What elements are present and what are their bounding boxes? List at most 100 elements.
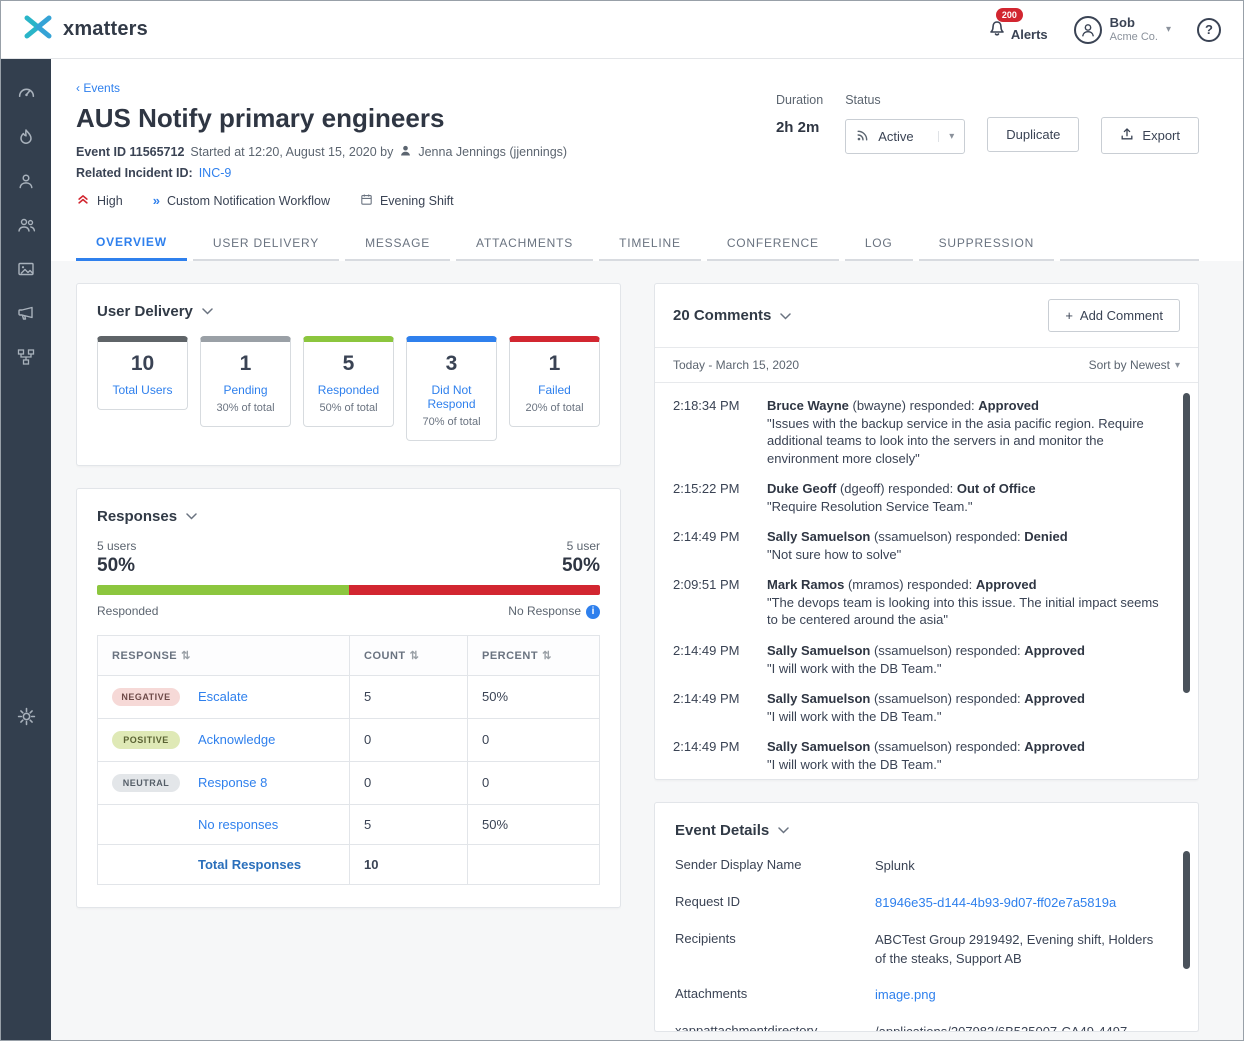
response-link[interactable]: Response 8 <box>198 775 267 790</box>
table-row: NEUTRALResponse 8 0 0 <box>98 761 600 804</box>
count-cell: 5 <box>350 804 468 844</box>
tab-timeline[interactable]: TIMELINE <box>599 226 701 261</box>
xmatters-logo-icon <box>23 14 53 45</box>
col-header-count[interactable]: COUNT⇅ <box>350 635 468 675</box>
sort-icon: ⇅ <box>410 650 420 662</box>
user-menu[interactable]: Bob Acme Co. ▾ <box>1074 15 1171 44</box>
positive-badge: POSITIVE <box>112 731 180 749</box>
table-row: No responses 5 50% <box>98 804 600 844</box>
stat-did-not-respond: 3 Did Not Respond 70% of total <box>406 336 497 441</box>
brand-name: xmatters <box>63 18 148 41</box>
stat-pending: 1 Pending 30% of total <box>200 336 291 427</box>
announcements-megaphone-icon[interactable] <box>17 304 35 322</box>
priority-high-icon <box>76 192 90 209</box>
chevron-down-icon[interactable] <box>202 302 213 320</box>
percent-cell: 50% <box>468 675 600 718</box>
media-image-icon[interactable] <box>17 260 35 278</box>
tab-user-delivery[interactable]: USER DELIVERY <box>193 226 339 261</box>
col-header-response[interactable]: RESPONSE⇅ <box>98 635 350 675</box>
chevron-down-icon[interactable] <box>186 507 197 525</box>
priority-badge: High <box>76 192 123 209</box>
tab-conference[interactable]: CONFERENCE <box>707 226 839 261</box>
export-icon <box>1120 127 1134 144</box>
response-link[interactable]: Escalate <box>198 689 248 704</box>
add-comment-button[interactable]: + Add Comment <box>1048 299 1180 332</box>
stat-total-users: 10 Total Users <box>97 336 188 410</box>
sort-icon: ⇅ <box>181 650 191 662</box>
tab-log[interactable]: LOG <box>845 226 913 261</box>
related-incident-link[interactable]: INC-9 <box>199 166 232 180</box>
started-by: Jenna Jennings (jjennings) <box>418 145 567 159</box>
event-header: ‹ Events AUS Notify primary engineers Ev… <box>51 59 1243 209</box>
chevron-down-icon[interactable] <box>778 821 789 839</box>
response-link[interactable]: No responses <box>198 817 278 832</box>
groups-icon[interactable] <box>17 216 36 234</box>
detail-row: xappattachmentdirectory /applications/20… <box>675 1023 1178 1032</box>
stat-link[interactable]: Pending <box>205 383 286 397</box>
user-delivery-title: User Delivery <box>97 303 193 320</box>
detail-label: Recipients <box>675 931 865 969</box>
comments-title: 20 Comments <box>673 307 771 324</box>
back-chevron-icon: ‹ <box>76 81 80 95</box>
breadcrumb-events-link[interactable]: ‹ Events <box>76 81 120 95</box>
count-cell: 0 <box>350 718 468 761</box>
alerts-count-badge: 200 <box>996 8 1023 22</box>
export-button[interactable]: Export <box>1101 117 1199 154</box>
settings-gear-icon[interactable] <box>1 707 51 726</box>
detail-label: xappattachmentdirectory <box>675 1023 865 1032</box>
related-incident-label: Related Incident ID: <box>76 166 193 180</box>
stat-responded: 5 Responded 50% of total <box>303 336 394 427</box>
help-button[interactable]: ? <box>1197 18 1221 42</box>
stat-link[interactable]: Failed <box>514 383 595 397</box>
responded-label: Responded <box>97 604 158 619</box>
comment-item: 2:09:51 PM Mark Ramos (mramos) responded… <box>673 576 1168 629</box>
dashboard-icon[interactable] <box>17 83 36 102</box>
shift-icon <box>360 193 373 209</box>
table-row: POSITIVEAcknowledge 0 0 <box>98 718 600 761</box>
response-link[interactable]: Acknowledge <box>198 732 275 747</box>
attachment-link[interactable]: image.png <box>875 986 1178 1005</box>
chevron-down-icon[interactable] <box>780 307 791 325</box>
comments-scrollbar[interactable] <box>1183 393 1190 693</box>
avatar <box>1074 16 1102 44</box>
percent-cell: 50% <box>468 804 600 844</box>
user-company: Acme Co. <box>1110 31 1158 44</box>
stat-link[interactable]: Total Users <box>102 383 183 397</box>
tab-suppression[interactable]: SUPPRESSION <box>919 226 1055 261</box>
sort-by-dropdown[interactable]: Sort by Newest ▾ <box>1089 358 1180 372</box>
chevron-down-icon: ▾ <box>1175 360 1180 371</box>
main-content: ‹ Events AUS Notify primary engineers Ev… <box>51 59 1243 1040</box>
detail-row: Sender Display Name Splunk <box>675 857 1178 876</box>
tab-attachments[interactable]: ATTACHMENTS <box>456 226 593 261</box>
response-progress-bar <box>97 585 600 595</box>
col-header-percent[interactable]: PERCENT⇅ <box>468 635 600 675</box>
request-id-link[interactable]: 81946e35-d144-4b93-9d07-ff02e7a5819a <box>875 894 1178 913</box>
sort-icon: ⇅ <box>542 650 552 662</box>
comment-item: 2:15:22 PM Duke Geoff (dgeoff) responded… <box>673 480 1168 515</box>
tab-message[interactable]: MESSAGE <box>345 226 450 261</box>
users-icon[interactable] <box>17 172 35 190</box>
sidebar-nav <box>1 59 51 1040</box>
started-text: Started at 12:20, August 15, 2020 by <box>190 145 393 159</box>
brand[interactable]: xmatters <box>23 14 148 45</box>
tab-overview[interactable]: OVERVIEW <box>76 225 187 261</box>
responded-summary: 5 users 50% <box>97 539 136 577</box>
info-icon[interactable]: i <box>586 605 600 619</box>
workflow-badge: » Custom Notification Workflow <box>153 193 330 208</box>
stat-link[interactable]: Responded <box>308 383 389 397</box>
duration-value: 2h 2m <box>776 119 823 136</box>
duration-label: Duration <box>776 93 823 107</box>
topbar: xmatters 200 Alerts <box>1 1 1243 59</box>
detail-value: Splunk <box>875 857 1178 876</box>
detail-row: Recipients ABCTest Group 2919492, Evenin… <box>675 931 1178 969</box>
no-response-label: No Responsei <box>508 604 600 619</box>
duplicate-button[interactable]: Duplicate <box>987 117 1079 152</box>
alerts-button[interactable]: 200 Alerts <box>987 17 1048 42</box>
comment-item: 2:14:49 PM Sally Samuelson (ssamuelson) … <box>673 738 1168 773</box>
comment-item: 2:14:49 PM Sally Samuelson (ssamuelson) … <box>673 642 1168 677</box>
details-scrollbar[interactable] <box>1183 851 1190 969</box>
incidents-flame-icon[interactable] <box>17 128 35 146</box>
status-dropdown[interactable]: Active ▾ <box>845 119 965 154</box>
workflows-icon[interactable] <box>17 348 35 366</box>
stat-link[interactable]: Did Not Respond <box>411 383 492 411</box>
